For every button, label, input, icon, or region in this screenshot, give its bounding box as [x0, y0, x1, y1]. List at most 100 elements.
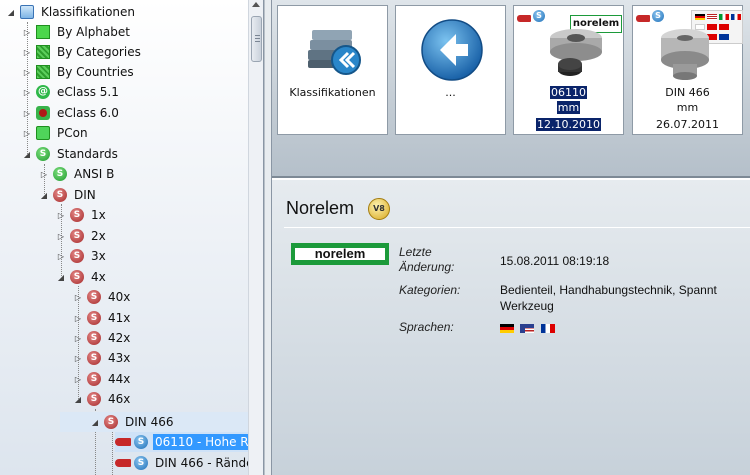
- scrollbar-thumb[interactable]: [251, 16, 262, 62]
- expand-icon[interactable]: ▷: [73, 292, 83, 302]
- categories-label: Kategorien:: [399, 283, 461, 297]
- key-icon: [115, 438, 131, 446]
- expand-icon[interactable]: ▷: [73, 353, 83, 363]
- back-arrow-icon: [421, 19, 483, 81]
- tree-node-pcon[interactable]: ▷ PCon: [22, 123, 90, 143]
- grip-line: [255, 38, 260, 39]
- tree-node-label: 43x: [108, 351, 131, 365]
- tree-connector: [112, 432, 113, 475]
- panel-splitter[interactable]: [264, 0, 272, 475]
- detail-panel: Norelem V8 norelem Letzte Änderung: 15.0…: [272, 180, 750, 475]
- tree-node-1x[interactable]: ▷ S 1x: [56, 205, 108, 225]
- standard-icon: S: [104, 415, 118, 429]
- tile-caption: 12.10.2010: [536, 118, 601, 131]
- expand-icon[interactable]: ▷: [22, 87, 32, 97]
- standard-icon: S: [70, 229, 84, 243]
- tile-06110[interactable]: S norelem 06110 mm 12.10.2010: [513, 5, 624, 135]
- folder-icon: [36, 126, 50, 140]
- expand-icon[interactable]: ▷: [73, 313, 83, 323]
- expand-icon[interactable]: ▷: [73, 374, 83, 384]
- tree-node-eclass-60[interactable]: ▷ eClass 6.0: [22, 103, 121, 123]
- tree-node-root[interactable]: ◢ Klassifikationen: [6, 2, 137, 22]
- collapse-icon[interactable]: ◢: [90, 417, 100, 427]
- tree-node-42x[interactable]: ▷ S 42x: [73, 328, 132, 348]
- expand-icon[interactable]: ▷: [22, 67, 32, 77]
- expand-icon[interactable]: ▷: [56, 251, 66, 261]
- collapse-icon[interactable]: ◢: [22, 149, 32, 159]
- collapse-icon[interactable]: ◢: [73, 394, 83, 404]
- tree-node-standards[interactable]: ◢ S Standards: [22, 144, 120, 164]
- italian-flag-icon: [719, 14, 729, 20]
- tile-caption: ...: [445, 86, 456, 99]
- standard-icon: S: [87, 331, 101, 345]
- tree-node-2x[interactable]: ▷ S 2x: [56, 226, 108, 246]
- collapse-icon[interactable]: ◢: [39, 190, 49, 200]
- tree-node-4x[interactable]: ◢ S 4x: [56, 267, 108, 287]
- tree-node-46x[interactable]: ◢ S 46x: [73, 389, 132, 409]
- expand-icon[interactable]: ▷: [22, 128, 32, 138]
- bug-icon: [36, 106, 50, 120]
- us-flag-icon: [707, 14, 717, 20]
- tree-node-label: 44x: [108, 372, 131, 386]
- tree-node-40x[interactable]: ▷ S 40x: [73, 287, 132, 307]
- expand-icon[interactable]: ▷: [39, 169, 49, 179]
- tree-node-label: DIN 466 - Rändel: [155, 456, 257, 470]
- us-flag-icon: [520, 324, 535, 334]
- scroll-up-arrow-icon[interactable]: [252, 2, 260, 7]
- tile-din-466[interactable]: S DIN 466 mm 26.07.2011: [632, 5, 743, 135]
- key-icon: [517, 15, 531, 22]
- languages-label: Sprachen:: [399, 320, 454, 334]
- tree-node-label: Klassifikationen: [41, 5, 136, 19]
- tree-node-by-categories[interactable]: ▷ By Categories: [22, 42, 143, 62]
- open-folder-icon: [20, 5, 34, 19]
- expand-icon[interactable]: ▷: [22, 47, 32, 57]
- french-flag-icon: [540, 324, 555, 334]
- knurled-nut-image: [661, 29, 709, 80]
- tile-klassifikationen[interactable]: Klassifikationen: [277, 5, 388, 135]
- standard-icon: S: [70, 208, 84, 222]
- tree-node-label: DIN: [74, 188, 96, 202]
- grip-line: [255, 35, 260, 36]
- tree-node-label: By Categories: [57, 45, 141, 59]
- tree-node-06110[interactable]: S 06110 - Hohe Rän: [115, 432, 263, 452]
- tree-node-eclass-51[interactable]: ▷ @ eClass 5.1: [22, 82, 121, 102]
- tree-node-label: 46x: [108, 392, 131, 406]
- tree-node-label: eClass 5.1: [57, 85, 119, 99]
- expand-icon[interactable]: ▷: [73, 333, 83, 343]
- tree-node-by-countries[interactable]: ▷ By Countries: [22, 62, 136, 82]
- tree-node-label: 1x: [91, 208, 106, 222]
- expand-icon[interactable]: ▷: [56, 231, 66, 241]
- tile-caption: mm: [676, 101, 699, 114]
- collapse-icon[interactable]: ◢: [6, 7, 16, 17]
- tree-node-din-466[interactable]: ◢ S DIN 466: [60, 412, 248, 432]
- green-pattern-icon: [36, 65, 50, 79]
- tree-node-ansi-b[interactable]: ▷ S ANSI B: [39, 164, 116, 184]
- expand-icon[interactable]: ▷: [22, 27, 32, 37]
- tree-node-44x[interactable]: ▷ S 44x: [73, 369, 132, 389]
- tree-node-din-466-raendel[interactable]: S DIN 466 - Rändel: [115, 453, 257, 473]
- classification-tree[interactable]: ◢ Klassifikationen ▷ By Alphabet ▷ By Ca…: [0, 0, 264, 475]
- tree-node-3x[interactable]: ▷ S 3x: [56, 246, 108, 266]
- expand-icon[interactable]: ▷: [22, 108, 32, 118]
- tree-node-41x[interactable]: ▷ S 41x: [73, 308, 132, 328]
- expand-icon[interactable]: ▷: [56, 210, 66, 220]
- tree-node-label: eClass 6.0: [57, 106, 119, 120]
- tree-node-label: DIN 466: [125, 415, 174, 429]
- tile-back[interactable]: ...: [395, 5, 506, 135]
- standard-icon: S: [36, 147, 50, 161]
- standard-icon: S: [53, 167, 67, 181]
- tree-node-43x[interactable]: ▷ S 43x: [73, 348, 132, 368]
- german-flag-icon: [500, 324, 514, 334]
- tree-scrollbar[interactable]: [248, 0, 263, 475]
- collapse-icon[interactable]: ◢: [56, 272, 66, 282]
- key-icon: [115, 459, 131, 467]
- standard-icon: S: [87, 372, 101, 386]
- tree-node-din[interactable]: ◢ S DIN: [39, 185, 98, 205]
- standard-icon: S: [134, 456, 148, 470]
- grip-line: [255, 41, 260, 42]
- tile-caption: 26.07.2011: [656, 118, 719, 131]
- tree-node-label: 40x: [108, 290, 131, 304]
- tree-node-label: 4x: [91, 270, 106, 284]
- german-flag-icon: [695, 14, 705, 20]
- tree-node-by-alphabet[interactable]: ▷ By Alphabet: [22, 22, 132, 42]
